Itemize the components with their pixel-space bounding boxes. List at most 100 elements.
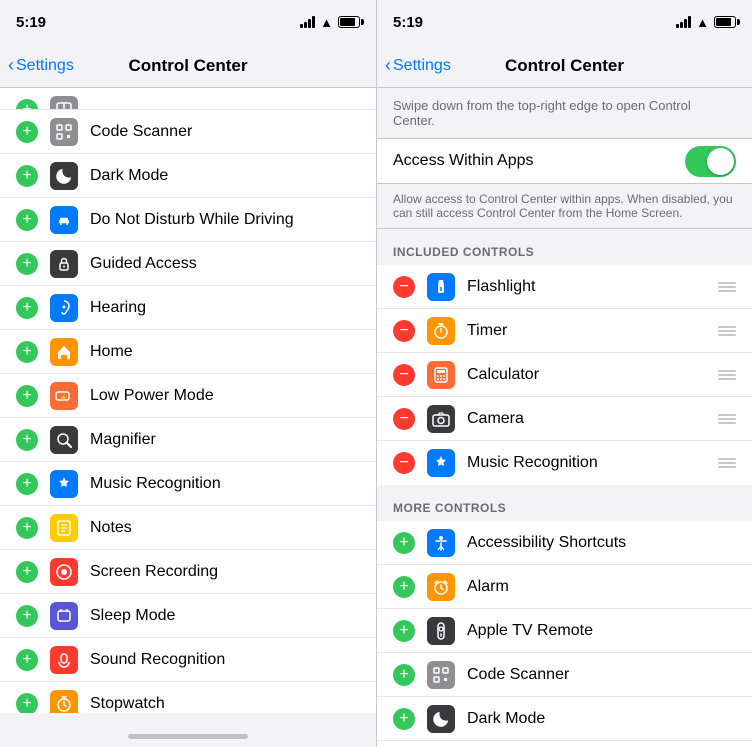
- left-item-magnifier[interactable]: + Magnifier: [0, 418, 376, 462]
- calculator-icon: [427, 361, 455, 389]
- add-accessibility-btn[interactable]: +: [393, 532, 415, 554]
- right-nav-header: ‹ Settings Control Center: [377, 44, 752, 88]
- included-flashlight[interactable]: − Flashlight: [377, 265, 752, 309]
- remove-flashlight-btn[interactable]: −: [393, 276, 415, 298]
- left-item-screen-recording[interactable]: + Screen Recording: [0, 550, 376, 594]
- add-music-recog-btn[interactable]: +: [16, 473, 38, 495]
- right-content: Swipe down from the top-right edge to op…: [377, 88, 752, 747]
- included-label-camera: Camera: [467, 410, 718, 428]
- included-camera[interactable]: − Camera: [377, 397, 752, 441]
- left-item-music-recog[interactable]: + Music Recognition: [0, 462, 376, 506]
- flashlight-drag-handle[interactable]: [718, 282, 736, 292]
- code-scanner-icon: [50, 118, 78, 146]
- included-timer[interactable]: − Timer: [377, 309, 752, 353]
- left-status-icons: ▲: [300, 15, 360, 30]
- left-item-stopwatch[interactable]: + Stopwatch: [0, 682, 376, 713]
- add-sleep-mode-btn[interactable]: +: [16, 605, 38, 627]
- timer-drag-handle[interactable]: [718, 326, 736, 336]
- accessibility-icon: [427, 529, 455, 557]
- add-hearing-btn[interactable]: +: [16, 297, 38, 319]
- add-stopwatch-btn[interactable]: +: [16, 693, 38, 714]
- more-dark-mode-icon: [427, 705, 455, 733]
- music-recognition-drag-handle[interactable]: [718, 458, 736, 468]
- wifi-icon: ▲: [320, 15, 333, 30]
- music-recog-icon: [50, 470, 78, 498]
- left-item-notes[interactable]: + Notes: [0, 506, 376, 550]
- more-dnd-driving[interactable]: + Do Not Disturb While Driving: [377, 741, 752, 747]
- included-calculator[interactable]: − Calculator: [377, 353, 752, 397]
- left-label-sleep-mode: Sleep Mode: [90, 607, 360, 625]
- right-back-chevron-icon: ‹: [385, 55, 391, 76]
- left-item-dark-mode[interactable]: + Dark Mode: [0, 154, 376, 198]
- add-code-scanner-btn[interactable]: +: [16, 121, 38, 143]
- battery-icon: [338, 16, 360, 28]
- alarm-icon: [427, 573, 455, 601]
- included-label-flashlight: Flashlight: [467, 278, 718, 296]
- remove-music-recognition-btn[interactable]: −: [393, 452, 415, 474]
- dark-mode-icon: [50, 162, 78, 190]
- more-code-scanner[interactable]: + Code Scanner: [377, 653, 752, 697]
- access-within-apps-toggle[interactable]: [685, 146, 736, 177]
- included-label-calculator: Calculator: [467, 366, 718, 384]
- add-home-btn[interactable]: +: [16, 341, 38, 363]
- add-guided-access-btn[interactable]: +: [16, 253, 38, 275]
- signal-bars-icon: [300, 16, 315, 28]
- right-back-button[interactable]: ‹ Settings: [385, 55, 451, 76]
- add-apple-tv-btn[interactable]: +: [393, 620, 415, 642]
- left-item-sleep-mode[interactable]: + Sleep Mode: [0, 594, 376, 638]
- add-alarm-btn[interactable]: +: [393, 576, 415, 598]
- left-back-button[interactable]: ‹ Settings: [8, 55, 74, 76]
- camera-icon: [427, 405, 455, 433]
- left-panel: 5:19 ▲ ‹ Settings Control Center +: [0, 0, 376, 747]
- left-item-code-scanner[interactable]: + Code Scanner: [0, 110, 376, 154]
- add-btn-partial[interactable]: +: [16, 99, 38, 110]
- left-back-chevron-icon: ‹: [8, 55, 14, 76]
- more-apple-tv[interactable]: + Apple TV Remote: [377, 609, 752, 653]
- calculator-drag-handle[interactable]: [718, 370, 736, 380]
- left-item-sound-recognition[interactable]: + Sound Recognition: [0, 638, 376, 682]
- left-item-hearing[interactable]: + Hearing: [0, 286, 376, 330]
- access-within-apps-label: Access Within Apps: [393, 152, 685, 170]
- icon-partial: [50, 96, 78, 110]
- left-item-low-power[interactable]: + ⚡ Low Power Mode: [0, 374, 376, 418]
- add-sound-recognition-btn[interactable]: +: [16, 649, 38, 671]
- more-dark-mode[interactable]: + Dark Mode: [377, 697, 752, 741]
- remove-camera-btn[interactable]: −: [393, 408, 415, 430]
- camera-drag-handle[interactable]: [718, 414, 736, 424]
- left-label-low-power: Low Power Mode: [90, 387, 360, 405]
- add-notes-btn[interactable]: +: [16, 517, 38, 539]
- included-label-music-recognition: Music Recognition: [467, 454, 718, 472]
- add-code-scanner2-btn[interactable]: +: [393, 664, 415, 686]
- sleep-mode-icon: [50, 602, 78, 630]
- right-signal-bars-icon: [676, 16, 691, 28]
- add-dark-mode2-btn[interactable]: +: [393, 708, 415, 730]
- left-home-indicator: [0, 713, 376, 747]
- add-screen-recording-btn[interactable]: +: [16, 561, 38, 583]
- right-nav-title: Control Center: [505, 56, 624, 76]
- apple-tv-icon: [427, 617, 455, 645]
- more-label-accessibility: Accessibility Shortcuts: [467, 534, 736, 552]
- add-low-power-btn[interactable]: +: [16, 385, 38, 407]
- left-item-dnd-driving[interactable]: + Do Not Disturb While Driving: [0, 198, 376, 242]
- left-label-music-recog: Music Recognition: [90, 475, 360, 493]
- hearing-icon: [50, 294, 78, 322]
- remove-timer-btn[interactable]: −: [393, 320, 415, 342]
- screen-recording-icon: [50, 558, 78, 586]
- add-dark-mode-btn[interactable]: +: [16, 165, 38, 187]
- add-dnd-driving-btn[interactable]: +: [16, 209, 38, 231]
- info-banner: Swipe down from the top-right edge to op…: [377, 88, 752, 139]
- included-controls-header: INCLUDED CONTROLS: [377, 229, 752, 265]
- remove-calculator-btn[interactable]: −: [393, 364, 415, 386]
- more-accessibility[interactable]: + Accessibility Shortcuts: [377, 521, 752, 565]
- guided-access-icon: [50, 250, 78, 278]
- included-label-timer: Timer: [467, 322, 718, 340]
- left-item-guided-access[interactable]: + Guided Access: [0, 242, 376, 286]
- included-music-recog-icon: [427, 449, 455, 477]
- access-within-apps-row: Access Within Apps: [377, 139, 752, 183]
- included-music-recognition[interactable]: − Music Recognition: [377, 441, 752, 485]
- add-magnifier-btn[interactable]: +: [16, 429, 38, 451]
- left-item-home[interactable]: + Home: [0, 330, 376, 374]
- stopwatch-icon: [50, 690, 78, 714]
- more-alarm[interactable]: + Alarm: [377, 565, 752, 609]
- right-back-label: Settings: [393, 57, 451, 75]
